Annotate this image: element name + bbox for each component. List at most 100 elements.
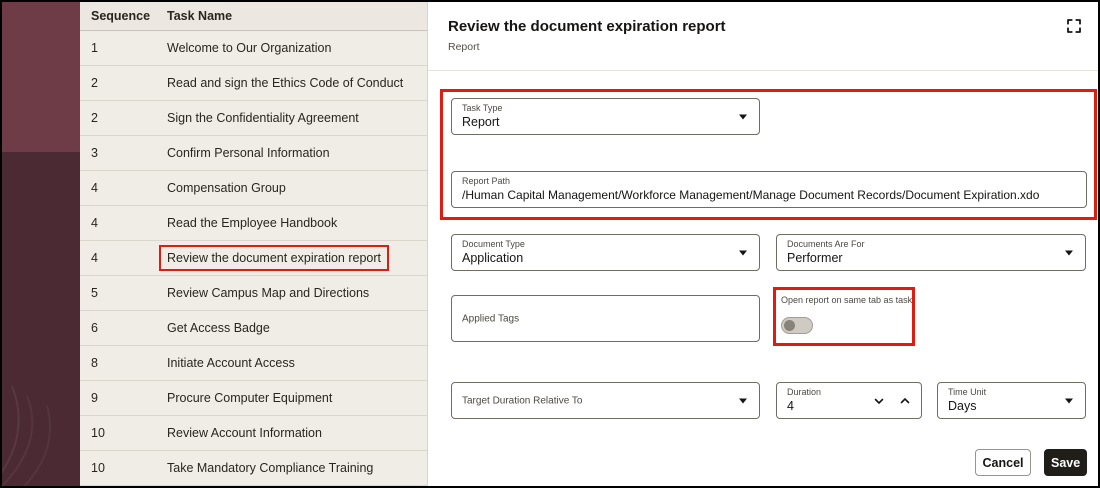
task-name-text: Initiate Account Access bbox=[167, 356, 295, 370]
app-window: Sequence Task Name 1 Welcome to Our Organ… bbox=[0, 0, 1100, 488]
chevron-down-icon[interactable] bbox=[873, 395, 885, 407]
cancel-button[interactable]: Cancel bbox=[975, 449, 1031, 476]
applied-tags-input[interactable]: Applied Tags bbox=[451, 295, 760, 342]
dropdown-arrow-icon bbox=[1065, 398, 1073, 403]
table-row[interactable]: 2 Read and sign the Ethics Code of Conduc… bbox=[80, 66, 427, 101]
task-name-text: Compensation Group bbox=[167, 181, 286, 195]
task-name-cell: Procure Computer Equipment bbox=[158, 385, 427, 411]
save-button[interactable]: Save bbox=[1044, 449, 1087, 476]
table-row[interactable]: 6 Get Access Badge bbox=[80, 311, 427, 346]
dropdown-arrow-icon bbox=[739, 398, 747, 403]
sequence-cell: 6 bbox=[91, 321, 98, 335]
sequence-cell: 9 bbox=[91, 391, 98, 405]
table-row[interactable]: 5 Review Campus Map and Directions bbox=[80, 276, 427, 311]
page-subtitle: Report bbox=[448, 41, 480, 53]
task-name-text: Take Mandatory Compliance Training bbox=[167, 461, 374, 475]
documents-are-for-select[interactable]: Documents Are For Performer bbox=[776, 234, 1086, 271]
toggle-knob-icon bbox=[784, 319, 795, 331]
sequence-cell: 2 bbox=[91, 76, 98, 90]
table-row[interactable]: 4 Review the document expiration report bbox=[80, 241, 427, 276]
sequence-cell: 10 bbox=[91, 461, 105, 475]
chevron-up-icon[interactable] bbox=[899, 395, 911, 407]
report-path-value: /Human Capital Management/Workforce Mana… bbox=[462, 188, 1040, 202]
task-type-select[interactable]: Task Type Report bbox=[451, 98, 760, 135]
time-unit-value: Days bbox=[948, 399, 977, 413]
task-name-cell: Welcome to Our Organization bbox=[158, 35, 427, 61]
document-type-select[interactable]: Document Type Application bbox=[451, 234, 760, 271]
left-nav-strip-top bbox=[2, 2, 80, 152]
document-type-value: Application bbox=[462, 251, 524, 265]
documents-are-for-value: Performer bbox=[787, 251, 843, 265]
task-name-cell: Read and sign the Ethics Code of Conduct bbox=[158, 70, 427, 96]
sequence-cell: 2 bbox=[91, 111, 98, 125]
task-name-cell: Review Campus Map and Directions bbox=[158, 280, 427, 306]
column-header-sequence: Sequence bbox=[91, 9, 151, 23]
task-type-value: Report bbox=[462, 115, 500, 129]
task-name-text: Read and sign the Ethics Code of Conduct bbox=[167, 76, 404, 90]
task-name-cell: Read the Employee Handbook bbox=[158, 210, 427, 236]
table-header-row: Sequence Task Name bbox=[80, 2, 427, 31]
expand-button[interactable] bbox=[1062, 15, 1086, 39]
table-row[interactable]: 8 Initiate Account Access bbox=[80, 346, 427, 381]
task-name-text: Review Campus Map and Directions bbox=[167, 286, 370, 300]
sequence-cell: 5 bbox=[91, 286, 98, 300]
report-path-input[interactable]: Report Path /Human Capital Management/Wo… bbox=[451, 171, 1087, 208]
sequence-cell: 4 bbox=[91, 181, 98, 195]
task-name-cell: Review Account Information bbox=[158, 420, 427, 446]
table-row[interactable]: 4 Read the Employee Handbook bbox=[80, 206, 427, 241]
applied-tags-label: Applied Tags bbox=[462, 313, 520, 324]
duration-value: 4 bbox=[787, 399, 794, 413]
table-row[interactable]: 2 Sign the Confidentiality Agreement bbox=[80, 101, 427, 136]
task-name-cell: Take Mandatory Compliance Training bbox=[158, 455, 427, 481]
sequence-cell: 10 bbox=[91, 426, 105, 440]
sequence-cell: 1 bbox=[91, 41, 98, 55]
column-header-task-name: Task Name bbox=[167, 9, 233, 23]
open-report-toggle[interactable] bbox=[781, 317, 813, 334]
task-name-cell: Sign the Confidentiality Agreement bbox=[158, 105, 427, 131]
task-type-label: Task Type bbox=[462, 103, 503, 113]
task-table: Sequence Task Name 1 Welcome to Our Organ… bbox=[80, 2, 427, 486]
task-name-cell: Review the document expiration report bbox=[158, 245, 427, 271]
target-duration-label: Target Duration Relative To bbox=[462, 395, 583, 406]
sequence-cell: 3 bbox=[91, 146, 98, 160]
documents-are-for-label: Documents Are For bbox=[787, 239, 865, 249]
sequence-cell: 4 bbox=[91, 251, 98, 265]
dropdown-arrow-icon bbox=[739, 250, 747, 255]
table-row[interactable]: 4 Compensation Group bbox=[80, 171, 427, 206]
table-row[interactable]: 9 Procure Computer Equipment bbox=[80, 381, 427, 416]
duration-stepper[interactable]: Duration 4 bbox=[776, 382, 922, 419]
task-name-text: Review Account Information bbox=[167, 426, 322, 440]
expand-icon bbox=[1067, 19, 1081, 33]
divider bbox=[428, 70, 1098, 71]
task-table-body: 1 Welcome to Our Organization 2 Read and si… bbox=[80, 31, 427, 486]
time-unit-label: Time Unit bbox=[948, 387, 987, 397]
task-name-cell: Compensation Group bbox=[158, 175, 427, 201]
open-report-toggle-label: Open report on same tab as task bbox=[781, 295, 913, 305]
task-name-text: Read the Employee Handbook bbox=[167, 216, 338, 230]
task-name-cell: Get Access Badge bbox=[158, 315, 427, 341]
dropdown-arrow-icon bbox=[1065, 250, 1073, 255]
time-unit-select[interactable]: Time Unit Days bbox=[937, 382, 1086, 419]
duration-label: Duration bbox=[787, 387, 822, 397]
task-detail-panel: Review the document expiration report Re… bbox=[427, 2, 1098, 486]
task-name-text: Welcome to Our Organization bbox=[167, 41, 332, 55]
sequence-cell: 4 bbox=[91, 216, 98, 230]
task-name-text: Get Access Badge bbox=[167, 321, 270, 335]
table-row[interactable]: 1 Welcome to Our Organization bbox=[80, 31, 427, 66]
task-name-text: Confirm Personal Information bbox=[167, 146, 330, 160]
background-pattern bbox=[2, 385, 51, 486]
dropdown-arrow-icon bbox=[739, 114, 747, 119]
sequence-cell: 8 bbox=[91, 356, 98, 370]
table-row[interactable]: 3 Confirm Personal Information bbox=[80, 136, 427, 171]
report-path-label: Report Path bbox=[462, 176, 511, 186]
document-type-label: Document Type bbox=[462, 239, 525, 249]
task-name-cell: Confirm Personal Information bbox=[158, 140, 427, 166]
task-name-text: Procure Computer Equipment bbox=[167, 391, 333, 405]
target-duration-select[interactable]: Target Duration Relative To bbox=[451, 382, 760, 419]
task-name-annotated: Review the document expiration report bbox=[159, 245, 390, 271]
table-row[interactable]: 10 Take Mandatory Compliance Training bbox=[80, 451, 427, 486]
page-title: Review the document expiration report bbox=[448, 18, 726, 35]
task-name-text: Sign the Confidentiality Agreement bbox=[167, 111, 359, 125]
task-name-cell: Initiate Account Access bbox=[158, 350, 427, 376]
table-row[interactable]: 10 Review Account Information bbox=[80, 416, 427, 451]
